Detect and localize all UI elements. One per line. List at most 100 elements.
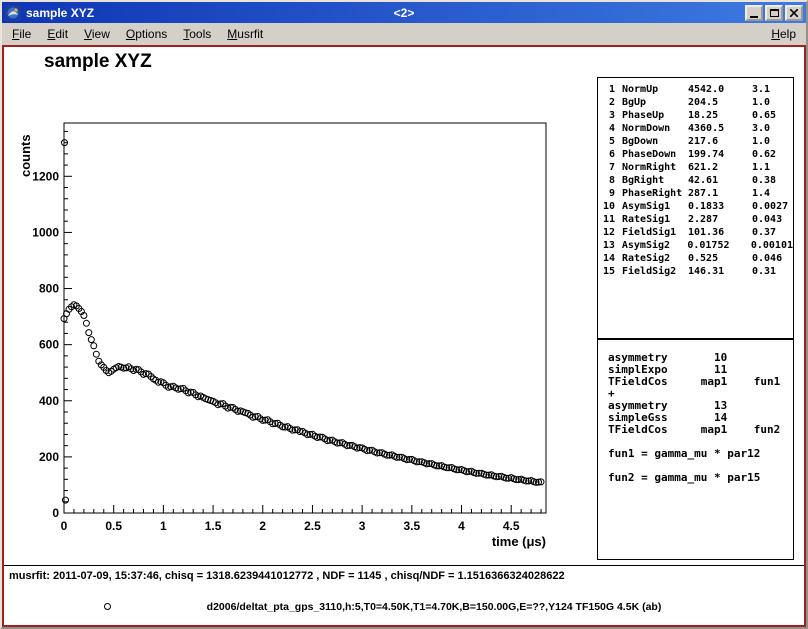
theory-line: fun2 = gamma_mu * par15 bbox=[608, 472, 793, 484]
menu-options[interactable]: Options bbox=[118, 24, 175, 44]
param-name: NormDown bbox=[622, 122, 688, 135]
param-error: 0.046 bbox=[752, 252, 793, 265]
footer-separator bbox=[4, 565, 804, 566]
param-value: 0.01752 bbox=[687, 239, 751, 252]
param-name: BgRight bbox=[622, 174, 688, 187]
plot-frame[interactable] bbox=[64, 123, 546, 513]
menu-help[interactable]: Help bbox=[763, 24, 804, 44]
y-tick-label: 800 bbox=[39, 282, 59, 296]
param-index: 9 bbox=[598, 187, 615, 200]
param-value: 101.36 bbox=[688, 226, 752, 239]
param-row: 14RateSig20.5250.046 bbox=[598, 252, 793, 265]
param-error: 1.0 bbox=[752, 135, 793, 148]
theory-line: TFieldCos map1 fun1 bbox=[608, 376, 793, 388]
param-name: RateSig1 bbox=[622, 213, 688, 226]
param-row: 4NormDown4360.53.0 bbox=[598, 122, 793, 135]
root-canvas[interactable]: sample XYZ 00.511.522.533.544.5020040060… bbox=[2, 45, 806, 627]
param-row: 3PhaseUp18.250.65 bbox=[598, 109, 793, 122]
param-error: 0.37 bbox=[752, 226, 793, 239]
param-index: 11 bbox=[598, 213, 615, 226]
x-axis-title: time (μs) bbox=[492, 534, 546, 549]
param-index: 2 bbox=[598, 96, 615, 109]
plot-area[interactable]: 00.511.522.533.544.502004006008001000120… bbox=[20, 113, 556, 549]
param-index: 3 bbox=[598, 109, 615, 122]
param-row: 15 FieldSig2146.310.31 bbox=[598, 265, 793, 278]
y-tick-label: 400 bbox=[39, 394, 59, 408]
param-error: 0.00101 bbox=[751, 239, 793, 252]
param-row: 5 BgDown217.61.0 bbox=[598, 135, 793, 148]
y-tick-label: 1200 bbox=[32, 169, 59, 183]
param-value: 621.2 bbox=[688, 161, 752, 174]
param-value: 18.25 bbox=[688, 109, 752, 122]
menu-edit[interactable]: Edit bbox=[39, 24, 76, 44]
y-tick-label: 0 bbox=[52, 506, 59, 520]
param-value: 204.5 bbox=[688, 96, 752, 109]
parameter-pave[interactable]: 1NormUp4542.03.12BgUp204.51.03PhaseUp18.… bbox=[597, 77, 794, 339]
minimize-icon bbox=[750, 16, 758, 18]
titlebar[interactable]: sample XYZ <2> bbox=[2, 2, 806, 23]
app-window: sample XYZ <2> FileEditViewOptionsToolsM… bbox=[0, 0, 808, 629]
menubar: FileEditViewOptionsToolsMusrfit Help bbox=[2, 23, 806, 45]
x-tick-label: 0.5 bbox=[105, 519, 122, 533]
param-name: AsymSig2 bbox=[622, 239, 687, 252]
x-tick-label: 4 bbox=[458, 519, 465, 533]
param-value: 199.74 bbox=[688, 148, 752, 161]
param-row: 6PhaseDown199.740.62 bbox=[598, 148, 793, 161]
x-tick-label: 3 bbox=[359, 519, 366, 533]
param-row: 13AsymSig20.017520.00101 bbox=[598, 239, 793, 252]
canvas-title: sample XYZ bbox=[44, 51, 152, 73]
param-value: 217.6 bbox=[688, 135, 752, 148]
close-button[interactable] bbox=[785, 5, 803, 21]
param-error: 1.4 bbox=[752, 187, 793, 200]
param-row: 8 BgRight42.610.38 bbox=[598, 174, 793, 187]
param-value: 146.31 bbox=[688, 265, 752, 278]
x-tick-label: 3.5 bbox=[403, 519, 420, 533]
param-name: FieldSig2 bbox=[622, 265, 688, 278]
y-tick-label: 200 bbox=[39, 450, 59, 464]
param-value: 0.1833 bbox=[688, 200, 752, 213]
legend[interactable]: d2006/deltat_pta_gps_3110,h:5,T0=4.50K,T… bbox=[4, 598, 804, 618]
minimize-button[interactable] bbox=[745, 5, 763, 21]
param-error: 3.0 bbox=[752, 122, 793, 135]
param-name: BgUp bbox=[622, 96, 688, 109]
menu-musrfit[interactable]: Musrfit bbox=[219, 24, 271, 44]
param-name: FieldSig1 bbox=[622, 226, 688, 239]
theory-line: fun1 = gamma_mu * par12 bbox=[608, 448, 793, 460]
param-error: 1.0 bbox=[752, 96, 793, 109]
param-error: 0.0027 bbox=[752, 200, 793, 213]
param-index: 12 bbox=[598, 226, 615, 239]
param-index: 5 bbox=[598, 135, 615, 148]
param-value: 4542.0 bbox=[688, 83, 752, 96]
param-index: 14 bbox=[598, 252, 615, 265]
param-error: 0.31 bbox=[752, 265, 793, 278]
param-row: 7NormRight621.21.1 bbox=[598, 161, 793, 174]
param-row: 11RateSig12.2870.043 bbox=[598, 213, 793, 226]
param-row: 1NormUp4542.03.1 bbox=[598, 83, 793, 96]
param-value: 42.61 bbox=[688, 174, 752, 187]
theory-pave[interactable]: asymmetry 10simplExpo 11TFieldCos map1 f… bbox=[597, 339, 794, 560]
window-title-center: <2> bbox=[2, 6, 806, 20]
param-row: 12 FieldSig1101.360.37 bbox=[598, 226, 793, 239]
param-name: NormUp bbox=[622, 83, 688, 96]
param-index: 10 bbox=[598, 200, 615, 213]
menu-file[interactable]: File bbox=[4, 24, 39, 44]
param-index: 8 bbox=[598, 174, 615, 187]
param-row: 9PhaseRight287.11.4 bbox=[598, 187, 793, 200]
param-error: 0.38 bbox=[752, 174, 793, 187]
x-tick-label: 0 bbox=[61, 519, 68, 533]
param-index: 6 bbox=[598, 148, 615, 161]
param-name: NormRight bbox=[622, 161, 688, 174]
param-row: 10AsymSig10.18330.0027 bbox=[598, 200, 793, 213]
param-name: BgDown bbox=[622, 135, 688, 148]
y-tick-label: 1000 bbox=[32, 225, 59, 239]
x-tick-label: 2.5 bbox=[304, 519, 321, 533]
fit-info-line: musrfit: 2011-07-09, 15:37:46, chisq = 1… bbox=[9, 570, 565, 582]
y-axis-title: counts bbox=[20, 134, 33, 177]
scatter-points bbox=[61, 140, 544, 504]
param-name: PhaseDown bbox=[622, 148, 688, 161]
menu-view[interactable]: View bbox=[76, 24, 118, 44]
param-row: 2 BgUp204.51.0 bbox=[598, 96, 793, 109]
param-index: 15 bbox=[598, 265, 615, 278]
menu-tools[interactable]: Tools bbox=[175, 24, 219, 44]
maximize-button[interactable] bbox=[765, 5, 783, 21]
